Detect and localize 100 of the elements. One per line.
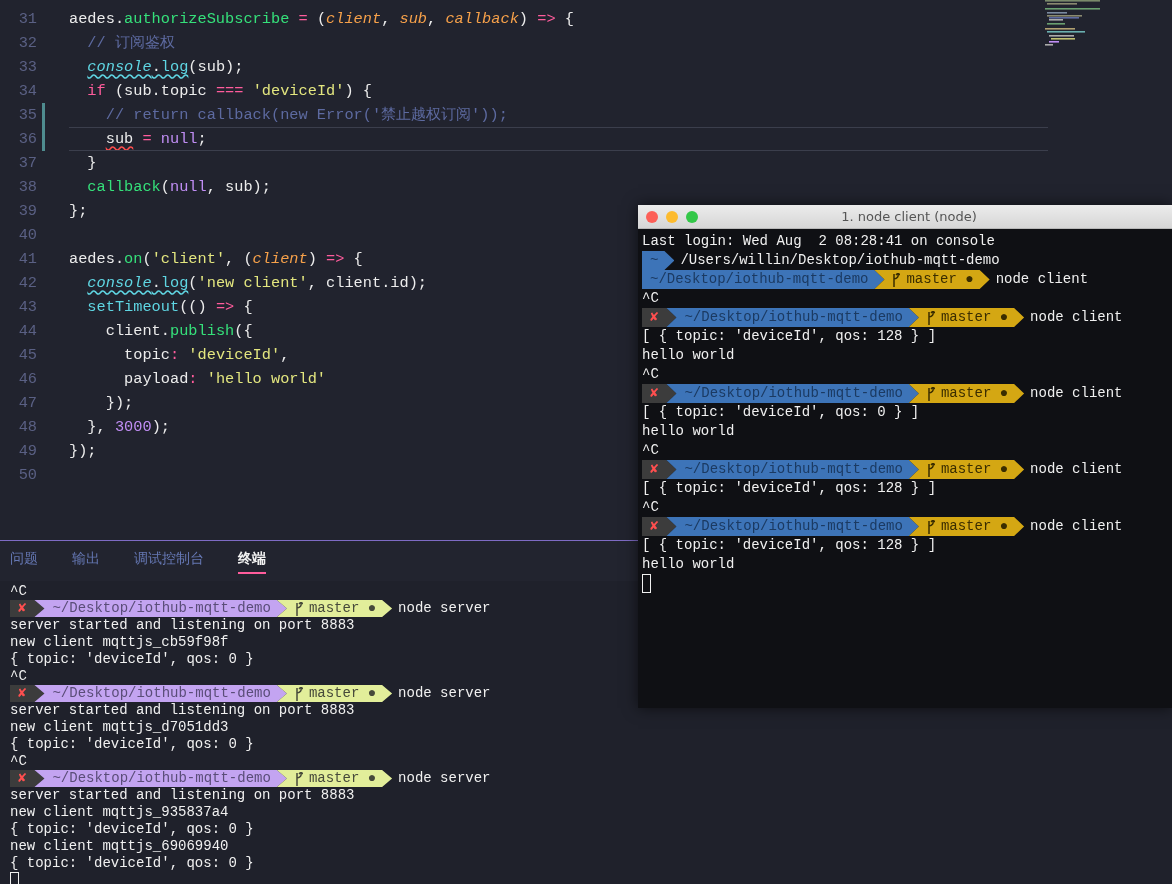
branch-label: master ● [940, 308, 1009, 327]
terminal-line: { topic: 'deviceId', qos: 0 } [10, 821, 254, 838]
line-number: 40 [17, 224, 37, 246]
terminal-line: new client mqttjs_cb59f98f [10, 634, 229, 651]
path-segment: ~/Desktop/iothub-mqtt-demo [666, 308, 919, 327]
branch-icon [926, 462, 935, 477]
code-line: sub = null; [104, 128, 207, 150]
branch-icon [294, 601, 303, 616]
branch-icon [926, 310, 935, 325]
panel-tab[interactable]: 问题 [10, 547, 38, 575]
terminal-line: /Users/willin/Desktop/iothub-mqtt-demo [680, 251, 1000, 270]
command-text: node client [1030, 384, 1123, 403]
branch-label: master ● [308, 685, 377, 702]
code-line: }); [69, 440, 97, 462]
path-segment: ~/Desktop/iothub-mqtt-demo [666, 384, 919, 403]
code-line: payload: 'hello world' [123, 368, 327, 390]
line-number: 43 [17, 296, 37, 318]
path-segment: ~ [642, 251, 675, 270]
code-line: topic: 'deviceId', [123, 344, 290, 366]
command-text: node server [398, 770, 491, 787]
branch-label: master ● [940, 384, 1009, 403]
command-text: node client [995, 270, 1089, 289]
line-number: 35 [17, 104, 37, 126]
close-button[interactable] [646, 210, 658, 223]
branch-icon [926, 519, 935, 534]
line-number: 44 [17, 320, 37, 342]
terminal-line: [ { topic: 'deviceId', qos: 128 } ] [642, 479, 937, 498]
branch-icon [294, 771, 303, 786]
code-line: aedes.on('client', (client) => { [69, 248, 363, 270]
line-number: 45 [17, 344, 37, 366]
code-line: console.log('new client', client.id); [86, 272, 428, 294]
panel-tab[interactable]: 输出 [72, 547, 100, 575]
line-number: 42 [17, 272, 37, 294]
path-segment: ~/Desktop/iothub-mqtt-demo [34, 770, 287, 787]
panel-tab[interactable]: 终端 [238, 547, 266, 575]
line-number: 31 [17, 8, 37, 30]
terminal-line: ^C [642, 289, 659, 308]
line-number: 48 [17, 416, 37, 438]
code-line: setTimeout(() => { [86, 296, 253, 318]
line-number: 41 [17, 248, 37, 270]
terminal-line: new client mqttjs_69069940 [10, 838, 229, 855]
minimize-button[interactable] [666, 210, 678, 223]
branch-icon [926, 386, 935, 401]
path-segment: ~/Desktop/iothub-mqtt-demo [666, 517, 919, 536]
line-number: 49 [17, 440, 37, 462]
command-text: node server [398, 600, 491, 617]
command-text: node client [1030, 517, 1123, 536]
code-line: }; [69, 200, 88, 222]
terminal-line: ^C [10, 753, 27, 770]
terminal-line: hello world [642, 346, 735, 365]
branch-icon [294, 686, 303, 701]
terminal-line: hello world [642, 422, 735, 441]
terminal-line: new client mqttjs_935837a4 [10, 804, 229, 821]
code-line: }, 3000); [86, 416, 170, 438]
code-line: // 订阅鉴权 [86, 32, 175, 54]
terminal-line: ^C [10, 668, 27, 685]
branch-icon [892, 272, 901, 287]
terminal-line: { topic: 'deviceId', qos: 0 } [10, 736, 254, 753]
line-number: 32 [17, 32, 37, 54]
line-number: 50 [17, 464, 37, 486]
terminal-line: new client mqttjs_d7051dd3 [10, 719, 229, 736]
branch-label: master ● [906, 270, 974, 289]
terminal-line: ^C [642, 365, 659, 384]
line-number: 33 [17, 56, 37, 78]
line-number: 36 [17, 128, 37, 150]
code-line: callback(null, sub); [86, 176, 271, 198]
terminal-line: server started and listening on port 8883 [10, 702, 355, 719]
path-segment: ~/Desktop/iothub-mqtt-demo [666, 460, 919, 479]
terminal-line: [ { topic: 'deviceId', qos: 0 } ] [642, 403, 920, 422]
line-number: 39 [17, 200, 37, 222]
window-title: 1. node client (node) [840, 207, 978, 226]
branch-label: master ● [308, 600, 377, 617]
panel-tab[interactable]: 调试控制台 [134, 547, 204, 575]
terminal-line: [ { topic: 'deviceId', qos: 128 } ] [642, 327, 937, 346]
line-number: 46 [17, 368, 37, 390]
code-line: } [86, 152, 97, 174]
terminal-line: hello world [642, 555, 735, 574]
line-number: 38 [17, 176, 37, 198]
command-text: node server [398, 685, 491, 702]
terminal-line: ^C [642, 441, 659, 460]
terminal-line: server started and listening on port 8883 [10, 617, 355, 634]
line-number: 37 [17, 152, 37, 174]
branch-label: master ● [940, 460, 1009, 479]
zoom-button[interactable] [686, 210, 698, 223]
terminal-line: ^C [10, 583, 27, 600]
terminal-line: { topic: 'deviceId', qos: 0 } [10, 855, 254, 872]
path-segment: ~/Desktop/iothub-mqtt-demo [34, 685, 287, 702]
code-line: // return callback(new Error('禁止越权订阅')); [104, 104, 508, 126]
code-line: client.publish({ [104, 320, 253, 342]
line-number: 47 [17, 392, 37, 414]
command-text: node client [1030, 308, 1123, 327]
branch-label: master ● [940, 517, 1009, 536]
terminal-line: server started and listening on port 8883 [10, 787, 355, 804]
path-segment: ~/Desktop/iothub-mqtt-demo [34, 600, 287, 617]
line-number: 34 [17, 80, 37, 102]
path-segment: ~/Desktop/iothub-mqtt-demo [642, 270, 885, 289]
terminal-line: { topic: 'deviceId', qos: 0 } [10, 651, 254, 668]
command-text: node client [1030, 460, 1123, 479]
branch-label: master ● [308, 770, 377, 787]
code-line: if (sub.topic === 'deviceId') { [86, 80, 372, 102]
